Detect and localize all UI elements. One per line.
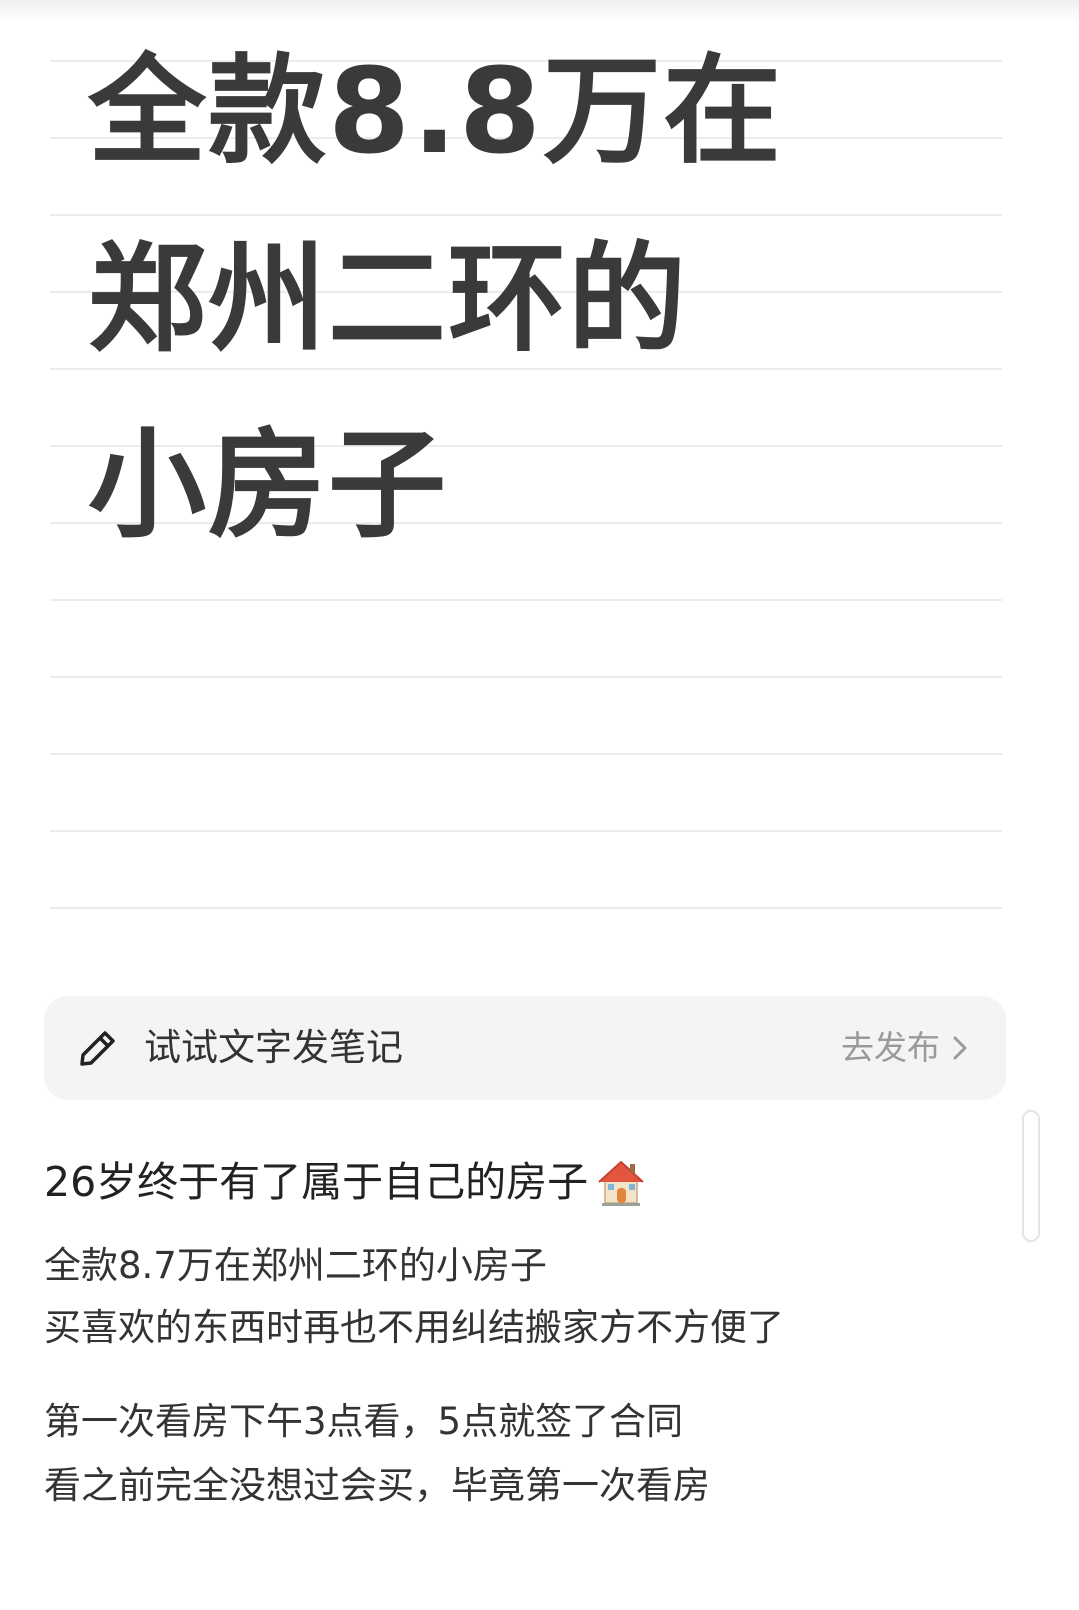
ruled-line (50, 214, 1002, 216)
compose-text-note-bar[interactable]: 试试文字发笔记 去发布 (44, 996, 1006, 1100)
post-body-line: 第一次看房下午3点看，5点就签了合同 (44, 1400, 684, 1443)
note-title-line: 小房子 (88, 416, 449, 554)
post-body-line: 全款8.7万在郑州二环的小房子 (44, 1244, 547, 1287)
note-title-line: 郑州二环的 (88, 230, 689, 368)
note-title-line: 全款8.8万在 (88, 42, 784, 180)
publish-button[interactable]: 去发布 (841, 1026, 970, 1070)
ruled-line (50, 599, 1002, 601)
ruled-line (50, 907, 1002, 909)
post-body-line: 买喜欢的东西时再也不用纠结搬家方不方便了 (44, 1306, 784, 1349)
post-title-text: 26岁终于有了属于自己的房子 (44, 1158, 589, 1206)
chevron-right-icon (953, 1036, 967, 1060)
text-note-card[interactable]: 全款8.8万在 郑州二环的 小房子 (0, 0, 1079, 960)
scrollbar[interactable] (1022, 1110, 1040, 1242)
post-title: 26岁终于有了属于自己的房子 (44, 1152, 648, 1212)
compose-label: 试试文字发笔记 (144, 1026, 403, 1069)
ruled-line (50, 368, 1002, 370)
house-icon (598, 1161, 644, 1206)
publish-label: 去发布 (841, 1028, 940, 1067)
pencil-icon (80, 1031, 115, 1066)
post-body-line: 看之前完全没想过会买，毕竟第一次看房 (44, 1464, 710, 1507)
ruled-line (50, 753, 1002, 755)
ruled-line (50, 830, 1002, 832)
ruled-line (50, 676, 1002, 678)
